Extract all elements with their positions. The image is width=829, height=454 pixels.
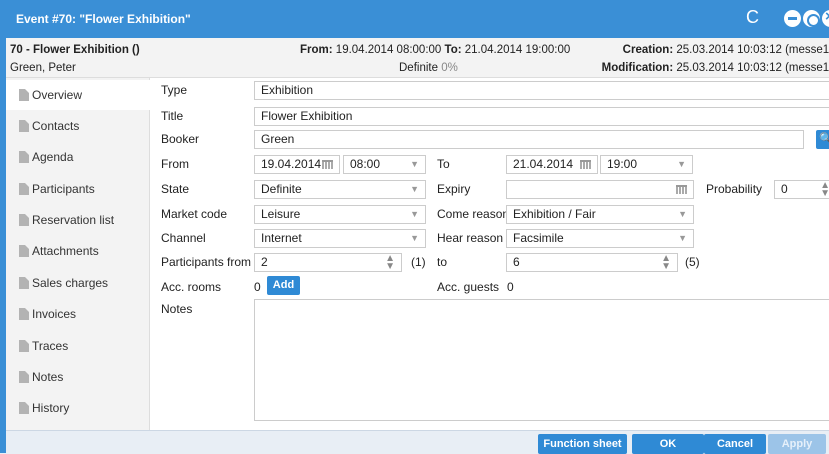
state-select[interactable]: Definite ▼ bbox=[254, 180, 426, 199]
document-icon bbox=[19, 89, 29, 101]
footer-bar: Function sheet OK Cancel Apply bbox=[6, 430, 829, 454]
add-room-button[interactable]: Add bbox=[267, 276, 300, 295]
overview-form: Type Exhibition▼ Title Flower Exhibition… bbox=[150, 78, 829, 430]
sidebar-item-agenda[interactable]: Agenda bbox=[6, 142, 150, 172]
title-bar[interactable]: Event #70: "Flower Exhibition" C bbox=[0, 0, 829, 38]
function-sheet-button[interactable]: Function sheet bbox=[538, 434, 627, 454]
document-icon bbox=[19, 371, 29, 383]
close-icon[interactable] bbox=[822, 8, 829, 27]
dropdown-arrow-icon: ▼ bbox=[678, 209, 687, 219]
dropdown-arrow-icon: ▼ bbox=[677, 159, 686, 169]
participants-to-count: (5) bbox=[685, 255, 700, 269]
participants-to-stepper[interactable]: 6 ▲ ▼ bbox=[506, 253, 678, 272]
title-label: Title bbox=[161, 109, 184, 123]
participants-to-label: to bbox=[437, 255, 448, 269]
dropdown-arrow-icon: ▼ bbox=[410, 159, 419, 169]
market-code-select[interactable]: Leisure ▼ bbox=[254, 205, 426, 224]
channel-label: Channel bbox=[161, 231, 206, 245]
to-time-select[interactable]: 19:00 ▼ bbox=[600, 155, 693, 174]
refresh-icon[interactable]: C bbox=[746, 7, 759, 27]
sidebar-item-attachments[interactable]: Attachments bbox=[6, 236, 150, 266]
modification-info: Modification: 25.03.2014 10:03:12 (messe… bbox=[601, 62, 829, 74]
event-info-bar: 70 - Flower Exhibition () Green, Peter F… bbox=[6, 38, 829, 78]
sidebar-item-reservation-list[interactable]: Reservation list bbox=[6, 205, 150, 235]
expiry-label: Expiry bbox=[437, 182, 471, 196]
dropdown-arrow-icon: ▼ bbox=[410, 209, 419, 219]
from-time-select[interactable]: 08:00 ▼ bbox=[343, 155, 426, 174]
acc-guests-label: Acc. guests bbox=[437, 280, 500, 294]
sidebar-item-history[interactable]: History bbox=[6, 393, 150, 423]
calendar-icon[interactable] bbox=[580, 160, 591, 169]
booker-input[interactable]: Green bbox=[254, 130, 804, 149]
document-icon bbox=[19, 402, 29, 414]
type-select[interactable]: Exhibition▼ bbox=[254, 81, 829, 100]
to-date-input[interactable]: 21.04.2014 bbox=[506, 155, 598, 174]
sidebar-item-notes[interactable]: Notes bbox=[6, 362, 150, 392]
come-reason-label: Come reason bbox=[437, 207, 510, 221]
spinner-icon[interactable]: ▲▼ bbox=[820, 181, 829, 198]
creation-info: Creation: 25.03.2014 10:03:12 (messe1) bbox=[622, 44, 829, 56]
booker-search-button[interactable]: 🔍 bbox=[816, 130, 829, 149]
document-icon bbox=[19, 183, 29, 195]
contact-name: Green, Peter bbox=[10, 62, 76, 74]
from-date-input[interactable]: 19.04.2014 bbox=[254, 155, 340, 174]
acc-rooms-label: Acc. rooms bbox=[161, 280, 222, 294]
title-input[interactable]: Flower Exhibition bbox=[254, 107, 829, 126]
participants-from-count: (1) bbox=[411, 255, 426, 269]
document-icon bbox=[19, 277, 29, 289]
document-icon bbox=[19, 214, 29, 226]
document-icon bbox=[19, 308, 29, 320]
sidebar-item-contacts[interactable]: Contacts bbox=[6, 111, 150, 141]
calendar-icon[interactable] bbox=[322, 160, 333, 169]
event-state: Definite 0% bbox=[399, 62, 458, 74]
spinner-icon[interactable]: ▲▼ bbox=[385, 254, 395, 271]
document-icon bbox=[19, 151, 29, 163]
come-reason-select[interactable]: Exhibition / Fair ▼ bbox=[506, 205, 694, 224]
type-label: Type bbox=[161, 83, 188, 97]
state-label: State bbox=[161, 182, 190, 196]
document-icon bbox=[19, 120, 29, 132]
hear-reason-label: Hear reason bbox=[437, 231, 504, 245]
acc-guests-value: 0 bbox=[507, 280, 514, 294]
cancel-button[interactable]: Cancel bbox=[704, 434, 766, 454]
from-label: From bbox=[161, 157, 189, 171]
participants-from-stepper[interactable]: 2 ▲ ▼ bbox=[254, 253, 402, 272]
acc-rooms-value: 0 bbox=[254, 280, 261, 294]
apply-button[interactable]: Apply bbox=[768, 434, 826, 454]
notes-label: Notes bbox=[161, 302, 193, 316]
date-range: From: 19.04.2014 08:00:00 To: 21.04.2014… bbox=[300, 44, 571, 56]
to-label: To bbox=[437, 157, 450, 171]
dropdown-arrow-icon: ▼ bbox=[678, 233, 687, 243]
booker-label: Booker bbox=[161, 132, 200, 146]
window-title: Event #70: "Flower Exhibition" bbox=[16, 12, 191, 26]
probability-stepper[interactable]: 0▲▼ bbox=[774, 180, 829, 199]
hear-reason-select[interactable]: Facsimile ▼ bbox=[506, 229, 694, 248]
channel-select[interactable]: Internet ▼ bbox=[254, 229, 426, 248]
event-window: Event #70: "Flower Exhibition" C 70 - Fl… bbox=[0, 0, 829, 454]
sidebar: Overview Contacts Agenda Participants Re… bbox=[6, 78, 151, 430]
calendar-icon[interactable] bbox=[676, 185, 687, 194]
market-code-label: Market code bbox=[161, 207, 228, 221]
notes-textarea[interactable] bbox=[254, 299, 829, 421]
maximize-icon[interactable] bbox=[803, 10, 820, 27]
sidebar-item-overview[interactable]: Overview bbox=[6, 80, 151, 110]
probability-label: Probability bbox=[706, 182, 763, 196]
event-name: 70 - Flower Exhibition () bbox=[10, 44, 140, 56]
sidebar-item-participants[interactable]: Participants bbox=[6, 174, 150, 204]
sidebar-item-sales-charges[interactable]: Sales charges bbox=[6, 268, 150, 298]
dropdown-arrow-icon: ▼ bbox=[410, 184, 419, 194]
sidebar-item-traces[interactable]: Traces bbox=[6, 331, 150, 361]
search-icon: 🔍 bbox=[819, 133, 829, 145]
spinner-icon[interactable]: ▲▼ bbox=[661, 254, 671, 271]
ok-button[interactable]: OK bbox=[632, 434, 704, 454]
document-icon bbox=[19, 245, 29, 257]
minimize-icon[interactable] bbox=[784, 10, 801, 27]
sidebar-item-invoices[interactable]: Invoices bbox=[6, 299, 150, 329]
document-icon bbox=[19, 340, 29, 352]
dropdown-arrow-icon: ▼ bbox=[410, 233, 419, 243]
participants-from-label: Participants from bbox=[161, 255, 252, 269]
expiry-date-input[interactable] bbox=[506, 180, 694, 199]
